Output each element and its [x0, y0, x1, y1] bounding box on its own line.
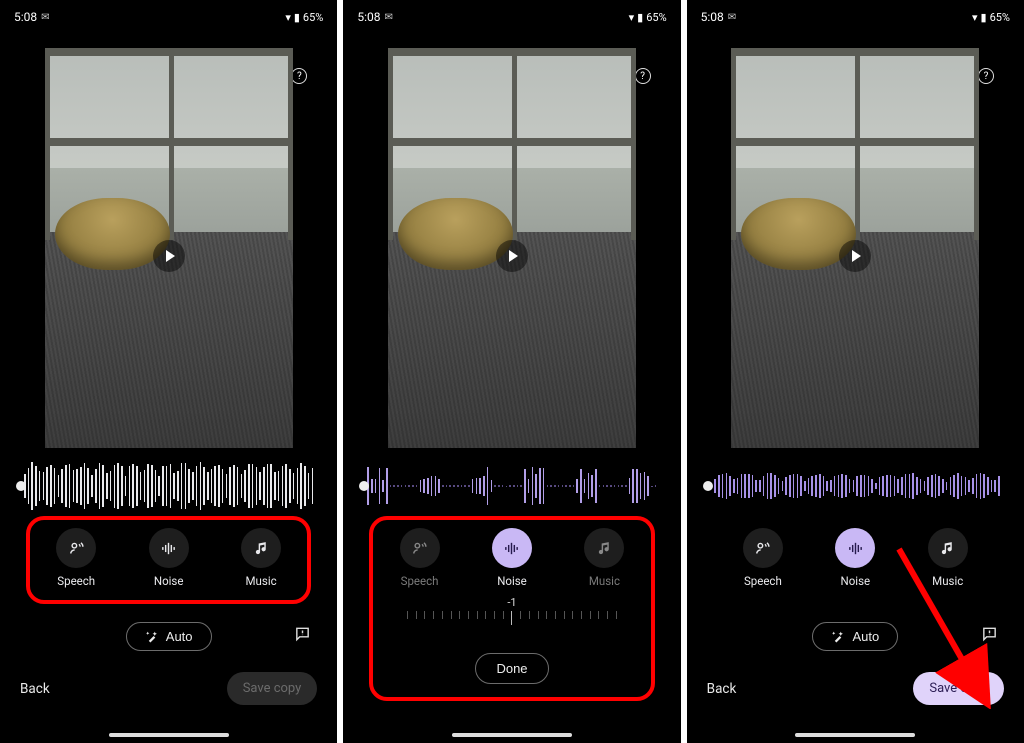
music-icon [939, 540, 956, 557]
help-icon[interactable]: ? [291, 68, 307, 84]
speech-control[interactable]: Speech [56, 528, 96, 588]
battery-icon: ▮ [637, 11, 643, 24]
noise-icon [847, 540, 864, 557]
play-button[interactable] [153, 240, 185, 272]
auto-button[interactable]: Auto [812, 622, 898, 651]
wifi-icon: ▾ [629, 11, 635, 24]
auto-row: Auto [0, 618, 337, 654]
speech-control[interactable]: Speech [400, 528, 440, 588]
audio-controls: Speech Noise Music [715, 518, 996, 602]
battery-text: 65% [303, 11, 323, 24]
clock-text: 5:08 [14, 10, 37, 24]
speech-icon [68, 540, 85, 557]
speech-label: Speech [401, 574, 439, 588]
noise-label: Noise [497, 574, 527, 588]
scrub-handle[interactable] [359, 481, 369, 491]
speech-icon [754, 540, 771, 557]
audio-waveform[interactable] [367, 462, 656, 510]
auto-label: Auto [166, 629, 193, 644]
video-preview[interactable] [388, 48, 636, 448]
play-button[interactable] [839, 240, 871, 272]
noise-control[interactable]: Noise [835, 528, 875, 588]
music-label: Music [246, 574, 277, 588]
noise-control[interactable]: Noise [492, 528, 532, 588]
play-button[interactable] [496, 240, 528, 272]
status-bar: 5:08 ✉ ▾ ▮ 65% [687, 0, 1024, 28]
slider-value: -1 [407, 596, 617, 609]
music-control[interactable]: Music [584, 528, 624, 588]
video-preview[interactable] [731, 48, 979, 448]
nav-handle[interactable] [795, 733, 915, 737]
clock-text: 5:08 [357, 10, 380, 24]
nav-handle[interactable] [452, 733, 572, 737]
notif-icon: ✉ [41, 12, 49, 23]
scrub-handle[interactable] [703, 481, 713, 491]
audio-controls: Speech Noise Music -1 [371, 518, 652, 639]
phone-screenshot-2: 5:08 ✉ ▾ ▮ 65% ? Speech Noise [343, 0, 680, 743]
magic-icon [831, 630, 844, 643]
help-icon[interactable]: ? [635, 68, 651, 84]
phone-screenshot-3: 5:08 ✉ ▾ ▮ 65% ? Speech Noise [687, 0, 1024, 743]
video-preview[interactable] [45, 48, 293, 448]
feedback-icon[interactable] [981, 626, 998, 647]
phone-screenshot-1: 5:08 ✉ ▾ ▮ 65% ? Speech [0, 0, 337, 743]
audio-controls: Speech Noise Music [28, 518, 309, 602]
auto-button[interactable]: Auto [126, 622, 212, 651]
battery-icon: ▮ [294, 11, 300, 24]
feedback-icon[interactable] [294, 626, 311, 647]
noise-slider[interactable]: -1 [407, 596, 617, 625]
noise-icon [503, 540, 520, 557]
music-control[interactable]: Music [928, 528, 968, 588]
music-label: Music [932, 574, 963, 588]
status-bar: 5:08 ✉ ▾ ▮ 65% [343, 0, 680, 28]
speech-icon [411, 540, 428, 557]
help-icon[interactable]: ? [978, 68, 994, 84]
back-button[interactable]: Back [707, 681, 737, 697]
noise-label: Noise [841, 574, 871, 588]
music-label: Music [589, 574, 620, 588]
auto-row: Auto [687, 618, 1024, 654]
done-button[interactable]: Done [475, 653, 548, 684]
audio-waveform[interactable] [24, 462, 313, 510]
speech-label: Speech [744, 574, 782, 588]
speech-label: Speech [57, 574, 95, 588]
notif-icon: ✉ [384, 12, 392, 23]
wifi-icon: ▾ [972, 11, 978, 24]
noise-control[interactable]: Noise [149, 528, 189, 588]
battery-text: 65% [646, 11, 666, 24]
noise-label: Noise [154, 574, 184, 588]
save-copy-button[interactable]: Save copy [913, 672, 1004, 705]
scrub-handle[interactable] [16, 481, 26, 491]
status-bar: 5:08 ✉ ▾ ▮ 65% [0, 0, 337, 28]
speech-control[interactable]: Speech [743, 528, 783, 588]
music-icon [253, 540, 270, 557]
save-copy-button[interactable]: Save copy [227, 672, 318, 705]
battery-text: 65% [990, 11, 1010, 24]
notif-icon: ✉ [728, 12, 736, 23]
music-icon [596, 540, 613, 557]
back-button[interactable]: Back [20, 681, 50, 697]
audio-waveform[interactable] [711, 462, 1000, 510]
noise-icon [160, 540, 177, 557]
music-control[interactable]: Music [241, 528, 281, 588]
magic-icon [145, 630, 158, 643]
auto-label: Auto [852, 629, 879, 644]
clock-text: 5:08 [701, 10, 724, 24]
wifi-icon: ▾ [285, 11, 291, 24]
nav-handle[interactable] [109, 733, 229, 737]
battery-icon: ▮ [981, 11, 987, 24]
